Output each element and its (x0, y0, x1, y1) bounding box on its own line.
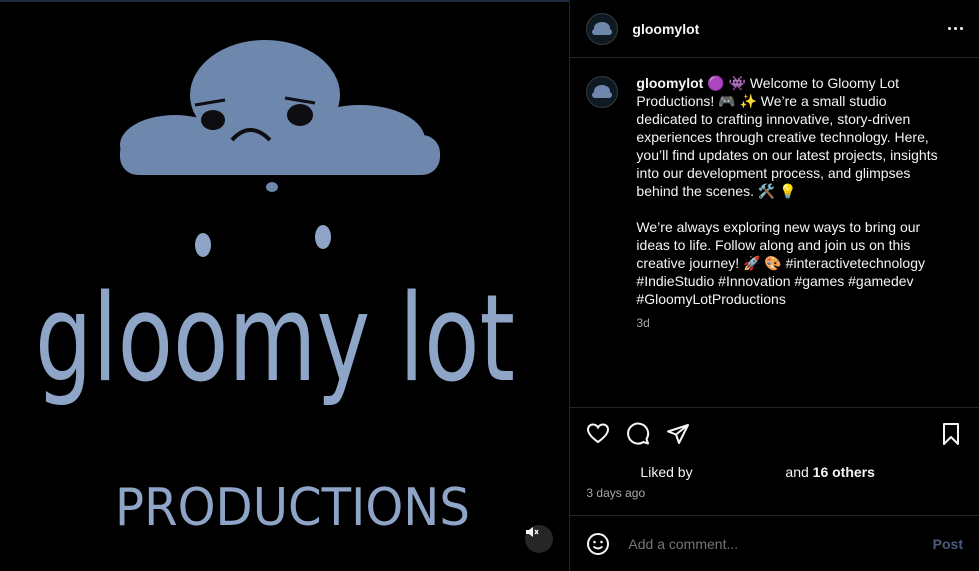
caption-block: gloomylot 🟣 👾 Welcome to Gloomy Lot Prod… (636, 74, 944, 407)
action-bar (570, 408, 979, 460)
caption-timestamp[interactable]: 3d (636, 316, 944, 330)
caption-username[interactable]: gloomylot (636, 75, 703, 91)
likes-line: Liked by and 16 others (570, 460, 979, 484)
cloud-avatar-icon (592, 85, 613, 98)
mute-button[interactable] (525, 525, 553, 553)
post-media[interactable]: gloomy lot PRODUCTIONS (0, 0, 570, 571)
avatar[interactable] (586, 76, 619, 108)
comment-icon[interactable] (626, 422, 650, 446)
likes-others[interactable]: and 16 others (785, 464, 875, 480)
post-comment-button[interactable]: Post (933, 536, 963, 552)
emoji-icon[interactable] (586, 532, 610, 556)
heart-icon[interactable] (586, 422, 610, 446)
post-header: gloomylot (570, 0, 979, 58)
comment-input[interactable] (626, 534, 933, 553)
post-timestamp[interactable]: 3 days ago (570, 486, 979, 508)
artwork-subtitle-text: PRODUCTIONS (115, 478, 470, 538)
avatar[interactable] (586, 12, 619, 45)
post-username[interactable]: gloomylot (632, 21, 699, 37)
cloud-avatar-icon (592, 21, 613, 35)
liked-by-label: Liked by (640, 464, 693, 480)
comments-section: gloomylot 🟣 👾 Welcome to Gloomy Lot Prod… (570, 58, 979, 408)
add-comment-bar: Post (570, 515, 979, 571)
speaker-muted-icon (526, 527, 539, 537)
instagram-post-view: gloomy lot PRODUCTIONS gloomylot gloomyl… (0, 0, 979, 571)
share-icon[interactable] (666, 422, 690, 446)
likes-and-label: and (785, 464, 809, 480)
post-side-panel: gloomylot gloomylot 🟣 👾 Welcome to Gloom… (569, 0, 979, 571)
caption-body: 🟣 👾 Welcome to Gloomy Lot Productions! 🎮… (636, 75, 938, 307)
more-horizontal-icon[interactable] (948, 27, 963, 30)
bookmark-icon[interactable] (939, 422, 963, 446)
likes-others-count[interactable]: 16 others (813, 464, 875, 480)
post-image: gloomy lot PRODUCTIONS (0, 0, 570, 538)
cloud-drawing (120, 40, 440, 175)
artwork-title-text: gloomy lot (35, 270, 515, 409)
caption-text: gloomylot 🟣 👾 Welcome to Gloomy Lot Prod… (636, 74, 944, 308)
